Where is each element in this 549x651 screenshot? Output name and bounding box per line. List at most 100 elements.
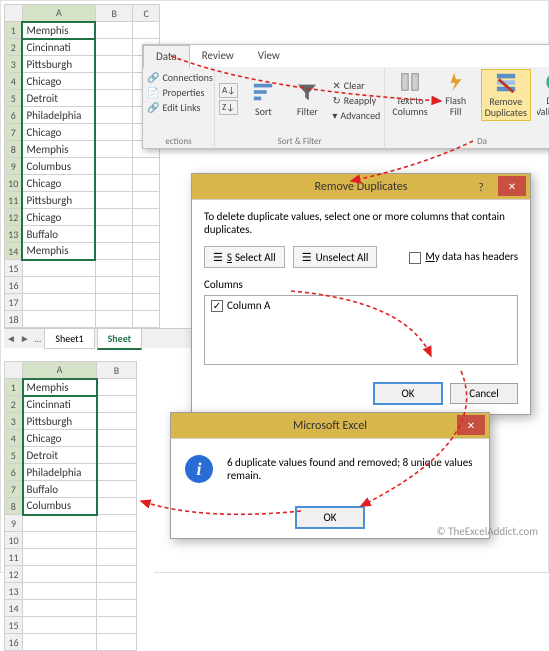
cell[interactable] [23,634,97,651]
cell[interactable] [133,175,160,192]
row-hdr[interactable]: 15 [5,617,23,634]
cell[interactable] [133,311,160,328]
unselect-all-button[interactable]: ☰Unselect All [293,246,378,268]
cell[interactable] [23,617,97,634]
dialog-help-button[interactable]: ? [468,174,494,200]
cell[interactable] [97,447,137,464]
cell[interactable] [133,158,160,175]
cell[interactable] [97,481,137,498]
cell[interactable] [97,549,137,566]
cell[interactable] [23,549,97,566]
flash-fill-button[interactable]: Flash Fill [437,69,475,119]
corner-cell[interactable] [5,362,23,379]
cell[interactable] [95,22,132,39]
cell[interactable]: Pittsburgh [22,192,95,209]
ribbon-tab-view[interactable]: View [246,45,292,67]
cell[interactable] [97,532,137,549]
cell[interactable] [22,311,95,328]
row-hdr[interactable]: 11 [5,192,23,209]
tab-nav-left[interactable]: ◄ [4,332,18,345]
tab-nav-right[interactable]: ► [18,332,32,345]
row-hdr[interactable]: 5 [5,90,23,107]
cell[interactable]: Chicago [23,430,97,447]
row-hdr[interactable]: 13 [5,226,23,243]
advanced-filter-btn[interactable]: ▾Advanced [332,109,380,122]
cell[interactable] [97,634,137,651]
select-all-button[interactable]: ☰SSelect All [204,246,285,268]
cell[interactable] [95,175,132,192]
row-hdr[interactable]: 4 [5,430,23,447]
sort-za-btn[interactable]: Z↓ [219,100,238,115]
row-hdr[interactable]: 14 [5,243,23,260]
row-hdr[interactable]: 9 [5,515,23,532]
edit-links-btn[interactable]: 🔗Edit Links [147,101,210,114]
row-hdr[interactable]: 13 [5,583,23,600]
cell[interactable] [95,39,132,56]
cell[interactable]: Columbus [22,158,95,175]
msgbox-close-button[interactable]: ✕ [457,415,485,435]
row-hdr[interactable]: 2 [5,396,23,413]
cell[interactable] [97,617,137,634]
cell[interactable] [95,158,132,175]
row-hdr[interactable]: 2 [5,39,23,56]
cell[interactable] [97,515,137,532]
cell[interactable] [97,379,137,396]
cell[interactable] [95,294,132,311]
cell[interactable] [95,141,132,158]
cell[interactable] [23,532,97,549]
clear-filter-btn[interactable]: ✕Clear [332,79,380,92]
cell[interactable]: Columbus [23,498,97,515]
dialog-close-button[interactable]: ✕ [498,176,526,196]
cell[interactable]: Chicago [22,209,95,226]
row-hdr[interactable]: 16 [5,634,23,651]
remove-duplicates-button[interactable]: Remove Duplicates [481,69,531,121]
cell[interactable] [133,209,160,226]
row-hdr[interactable]: 1 [5,379,23,396]
row-hdr[interactable]: 9 [5,158,23,175]
cell[interactable] [95,260,132,277]
cell[interactable]: Chicago [22,175,95,192]
cell[interactable] [95,209,132,226]
cell[interactable] [22,294,95,311]
ribbon-tab-review[interactable]: Review [190,45,246,67]
cell[interactable] [95,226,132,243]
cell[interactable] [95,192,132,209]
cell[interactable]: Buffalo [22,226,95,243]
cell[interactable]: Cincinnati [22,39,95,56]
cell[interactable] [97,413,137,430]
cell[interactable]: Chicago [22,73,95,90]
row-hdr[interactable]: 6 [5,464,23,481]
columns-listbox[interactable]: ✓Column A [204,295,518,365]
cell[interactable] [97,498,137,515]
row-hdr[interactable]: 6 [5,107,23,124]
cell[interactable] [133,22,160,39]
row-hdr[interactable]: 5 [5,447,23,464]
sheet-tab-2[interactable]: Sheet [97,328,143,350]
cell[interactable] [97,396,137,413]
cell[interactable] [23,566,97,583]
cell[interactable]: Pittsburgh [23,413,97,430]
cell[interactable] [97,583,137,600]
col-hdr-b[interactable]: B [97,362,137,379]
cell[interactable] [22,277,95,294]
cell[interactable]: Cincinnati [23,396,97,413]
cell[interactable]: Buffalo [23,481,97,498]
cell[interactable] [95,124,132,141]
cell[interactable] [95,90,132,107]
filter-button[interactable]: Filter [288,79,326,120]
cell[interactable] [95,277,132,294]
row-hdr[interactable]: 3 [5,56,23,73]
cell[interactable] [133,277,160,294]
text-to-columns-button[interactable]: Text to Columns [389,69,430,119]
row-hdr[interactable]: 4 [5,73,23,90]
row-hdr[interactable]: 7 [5,481,23,498]
cell[interactable] [97,430,137,447]
cell[interactable]: Memphis [22,141,95,158]
cancel-button[interactable]: Cancel [450,383,518,404]
data-validation-button[interactable]: Data Validation [537,69,549,119]
row-hdr[interactable]: 7 [5,124,23,141]
row-hdr[interactable]: 15 [5,260,23,277]
row-hdr[interactable]: 12 [5,566,23,583]
cell[interactable] [97,566,137,583]
row-hdr[interactable]: 12 [5,209,23,226]
